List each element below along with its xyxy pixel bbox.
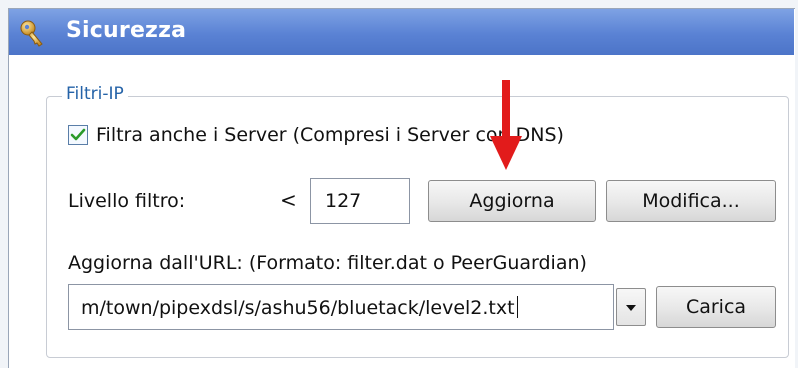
- filter-servers-checkbox[interactable]: [68, 125, 88, 145]
- check-mark-icon: [70, 128, 86, 141]
- section-title: Sicurezza: [66, 18, 187, 43]
- url-dropdown-button[interactable]: [616, 288, 646, 326]
- url-label: Aggiorna dall'URL: (Formato: filter.dat …: [68, 252, 587, 274]
- url-input[interactable]: m/town/pipexdsl/s/ashu56/bluetack/level2…: [68, 284, 614, 330]
- text-cursor: [516, 296, 518, 318]
- filter-level-label: Livello filtro:: [68, 190, 186, 212]
- triangle-down-icon: [626, 305, 636, 311]
- edit-button[interactable]: Modifica...: [606, 180, 776, 222]
- filter-level-operator: <: [280, 188, 297, 212]
- key-icon: [18, 19, 46, 47]
- filter-level-input[interactable]: 127: [310, 178, 410, 224]
- group-legend: Filtri-IP: [62, 84, 128, 104]
- annotation-arrow-icon: [490, 80, 522, 170]
- load-button[interactable]: Carica: [656, 286, 776, 328]
- update-button[interactable]: Aggiorna: [428, 180, 596, 222]
- url-value: m/town/pipexdsl/s/ashu56/bluetack/level2…: [81, 297, 515, 319]
- filter-level-value: 127: [325, 190, 362, 212]
